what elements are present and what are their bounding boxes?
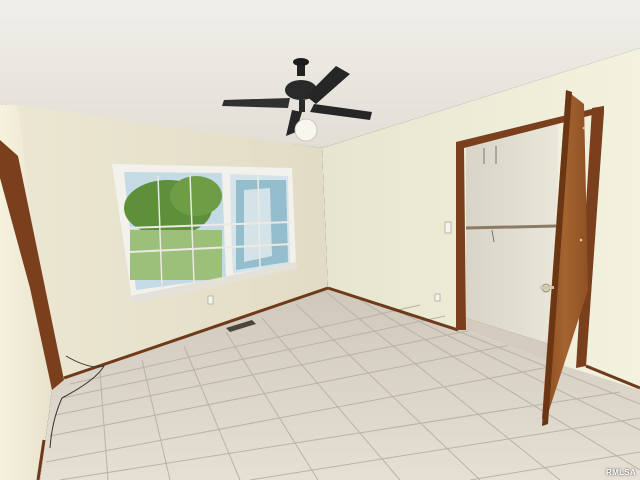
watermark-text: RMLSA — [606, 468, 636, 477]
room-photo — [0, 0, 640, 480]
outlet-icon — [207, 295, 214, 305]
outlet-right-icon — [434, 293, 441, 302]
closet — [465, 124, 558, 360]
light-switch-icon[interactable] — [444, 221, 452, 234]
photo-scene: RMLSA — [0, 0, 640, 480]
